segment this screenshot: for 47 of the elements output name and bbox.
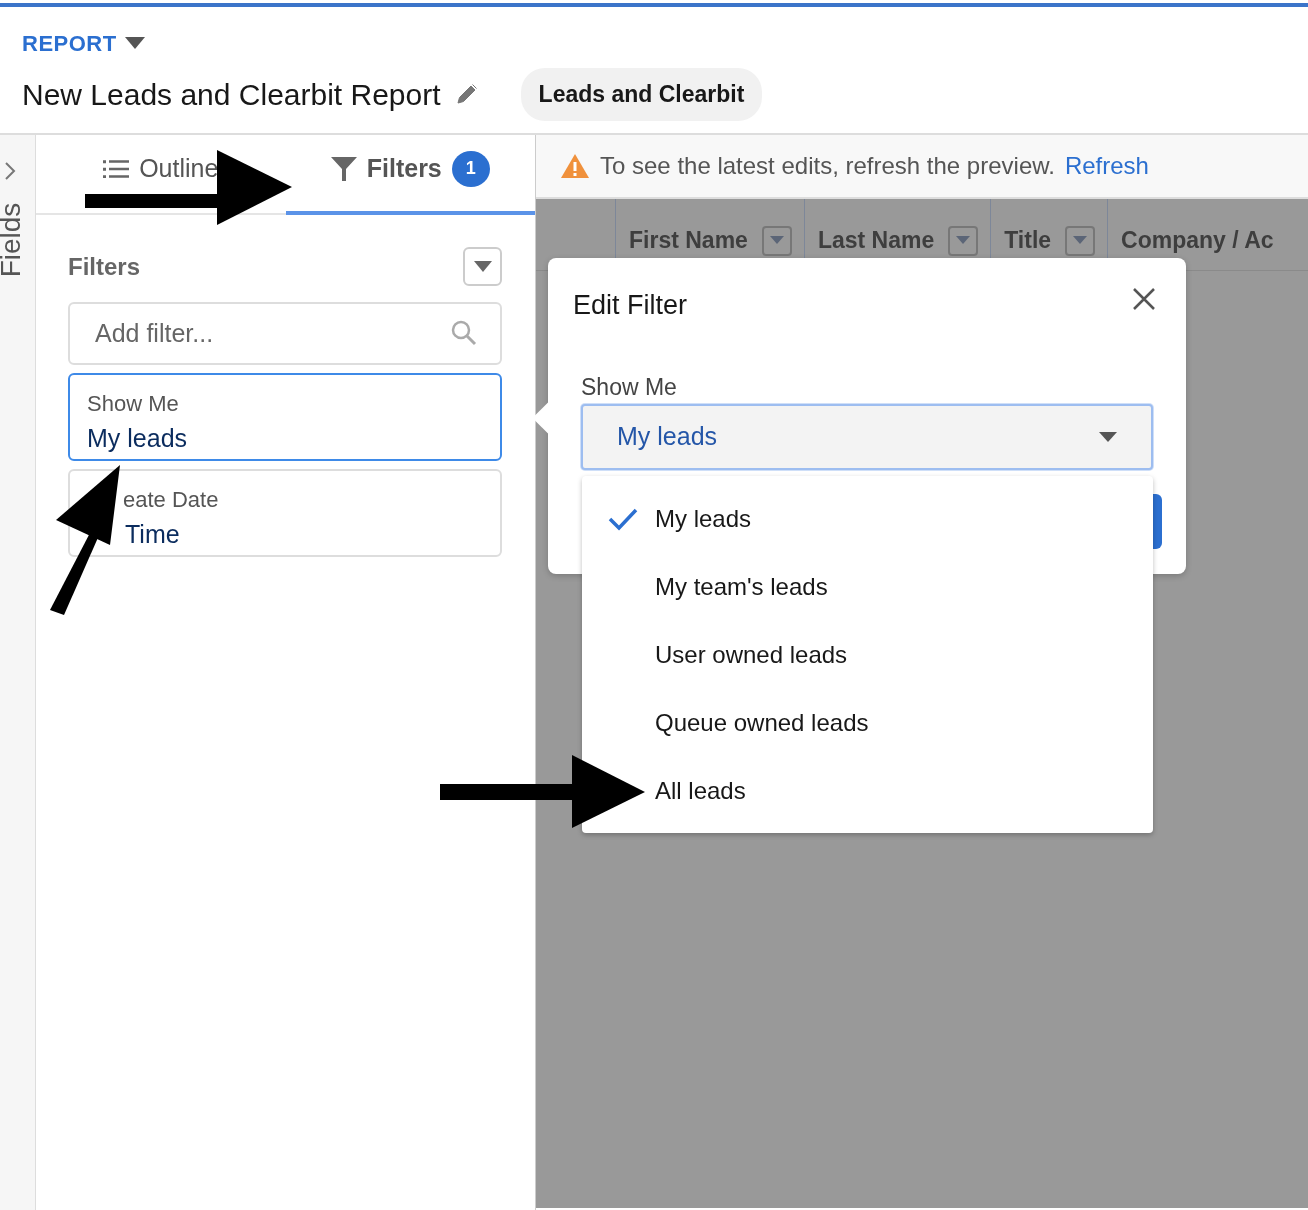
warning-icon bbox=[560, 153, 590, 179]
tab[interactable]: Outline bbox=[36, 135, 286, 215]
close-icon bbox=[1132, 286, 1156, 311]
filters-heading: Filters bbox=[68, 251, 141, 282]
menu-option[interactable]: Queue owned leads bbox=[655, 689, 1153, 757]
caret-icon bbox=[769, 236, 784, 245]
column-header: First Name bbox=[629, 226, 748, 256]
search-icon bbox=[450, 319, 478, 347]
caret-icon bbox=[1099, 431, 1117, 443]
notice-text: To see the latest edits, refresh the preview. bbox=[600, 151, 1055, 181]
report-menu[interactable]: REPORT bbox=[22, 27, 145, 60]
filter-label: Show Me bbox=[87, 390, 180, 418]
menu-option[interactable]: All leads bbox=[655, 757, 1153, 825]
close-button[interactable] bbox=[1132, 286, 1156, 311]
funnel-icon bbox=[330, 155, 357, 182]
menu-option[interactable]: My team's leads bbox=[655, 553, 1153, 621]
column-header: Last Name bbox=[817, 226, 935, 256]
caret-icon bbox=[956, 236, 971, 245]
chevron-right-icon[interactable] bbox=[3, 161, 17, 181]
filter-value: Time bbox=[124, 519, 181, 550]
caret-icon bbox=[124, 37, 145, 50]
caret-icon bbox=[1073, 236, 1088, 245]
filter-label: eate Date bbox=[122, 486, 220, 514]
column-menu-button[interactable] bbox=[761, 225, 792, 256]
count-badge: 1 bbox=[451, 150, 490, 187]
filters-menu-button[interactable] bbox=[463, 247, 502, 286]
column-menu-button[interactable] bbox=[1065, 225, 1096, 256]
fields-tab[interactable]: Fields bbox=[0, 202, 33, 278]
list-icon bbox=[103, 159, 130, 178]
report-type-pill: Leads and Clearbit bbox=[520, 68, 763, 121]
refresh-link[interactable]: Refresh bbox=[1064, 148, 1149, 184]
menu-option[interactable]: User owned leads bbox=[655, 621, 1153, 689]
filter-card[interactable]: Show Me My leads bbox=[68, 373, 502, 461]
menu-option[interactable]: My leads bbox=[655, 485, 1153, 553]
caret-icon bbox=[473, 260, 492, 273]
dialog-title: Edit Filter bbox=[573, 289, 688, 322]
filter-value: My leads bbox=[87, 423, 189, 454]
show-me-dropdown[interactable]: My leads bbox=[581, 404, 1153, 470]
column-menu-button[interactable] bbox=[948, 225, 979, 256]
field-label: Show Me bbox=[581, 373, 677, 402]
report-title: New Leads and Clearbit Report bbox=[22, 76, 441, 113]
pencil-icon[interactable] bbox=[454, 82, 479, 107]
add-filter-field[interactable]: Add filter... bbox=[68, 302, 502, 365]
column-header: Title bbox=[1004, 226, 1052, 256]
selected-value: My leads bbox=[617, 421, 718, 453]
column-header: Company / Ac bbox=[1121, 226, 1274, 256]
filter-card[interactable]: eate Date Time bbox=[68, 469, 502, 557]
